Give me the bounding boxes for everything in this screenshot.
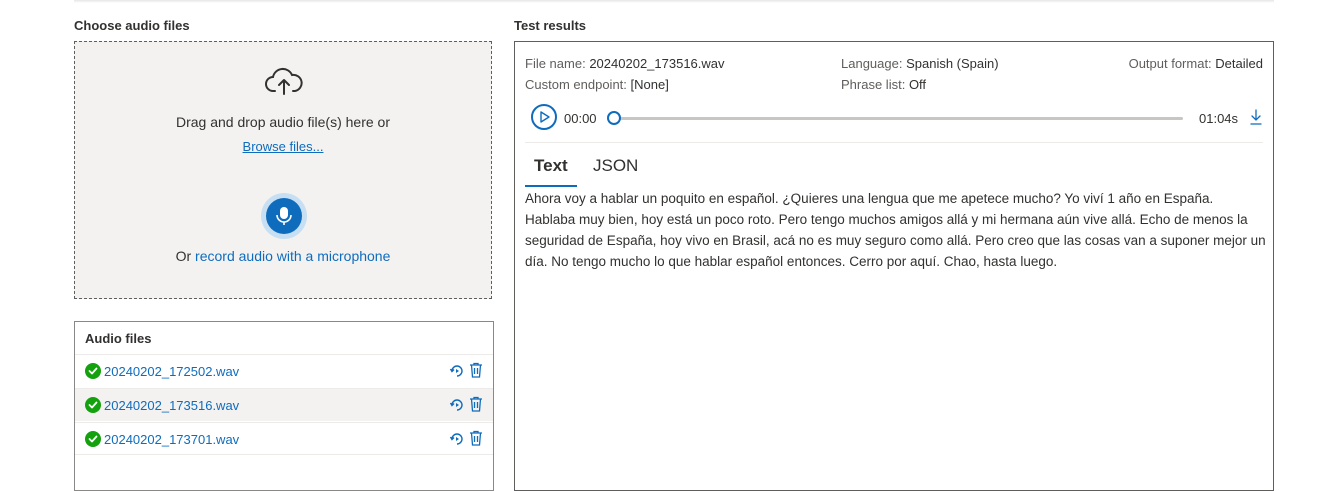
success-check-icon — [85, 363, 101, 379]
test-results-panel: File name: 20240202_173516.wav Language:… — [514, 41, 1274, 491]
file-name-link[interactable]: 20240202_172502.wav — [104, 364, 239, 379]
audio-files-panel: Audio files 20240202_172502.wav 20240202… — [74, 321, 494, 491]
audio-progress-thumb[interactable] — [607, 111, 621, 125]
transcript-text: Ahora voy a hablar un poquito en español… — [525, 191, 1266, 269]
delete-icon[interactable] — [469, 396, 483, 412]
success-check-icon — [85, 397, 101, 413]
file-name-meta: File name: 20240202_173516.wav — [525, 56, 725, 71]
record-prefix: Or — [175, 248, 196, 264]
active-tab-indicator — [525, 185, 577, 187]
record-audio-link[interactable]: record audio with a microphone — [195, 248, 390, 264]
current-time: 00:00 — [564, 111, 597, 126]
file-row[interactable]: 20240202_173701.wav — [75, 422, 493, 455]
download-icon[interactable] — [1250, 109, 1262, 125]
output-format-label: Output format: — [1128, 56, 1212, 71]
record-audio-line: Or record audio with a microphone — [75, 248, 491, 264]
play-button[interactable] — [531, 104, 557, 130]
divider — [525, 142, 1263, 143]
success-check-icon — [85, 431, 101, 447]
file-name-label: File name: — [525, 56, 586, 71]
audio-progress-track[interactable] — [613, 117, 1183, 120]
tab-json[interactable]: JSON — [593, 156, 638, 176]
rerun-icon[interactable] — [449, 363, 465, 379]
choose-audio-heading: Choose audio files — [74, 18, 190, 33]
phrase-list-meta: Phrase list: Off — [841, 77, 926, 92]
endpoint-meta: Custom endpoint: [None] — [525, 77, 669, 92]
phrase-list-value: Off — [908, 77, 927, 92]
language-value: Spanish (Spain) — [906, 56, 999, 71]
browse-files-link[interactable]: Browse files... — [75, 139, 491, 154]
rerun-icon[interactable] — [449, 431, 465, 447]
play-icon — [540, 111, 550, 123]
output-format-meta: Output format: Detailed — [1129, 56, 1263, 71]
file-row[interactable]: 20240202_173516.wav — [75, 388, 493, 421]
file-name-link[interactable]: 20240202_173516.wav — [104, 398, 239, 413]
output-format-value: Detailed — [1215, 56, 1263, 71]
language-meta: Language: Spanish (Spain) — [841, 56, 999, 71]
file-name-link[interactable]: 20240202_173701.wav — [104, 432, 239, 447]
file-row[interactable]: 20240202_172502.wav — [75, 354, 493, 387]
audio-files-title: Audio files — [85, 331, 152, 346]
file-name-value: 20240202_173516.wav — [589, 56, 725, 71]
test-results-heading: Test results — [514, 18, 587, 33]
audio-dropzone[interactable]: Drag and drop audio file(s) here or Brow… — [74, 41, 492, 299]
drag-drop-text: Drag and drop audio file(s) here or — [175, 114, 390, 130]
rerun-icon[interactable] — [449, 397, 465, 413]
delete-icon[interactable] — [469, 362, 483, 378]
total-time: 01:04s — [1199, 111, 1239, 126]
language-label: Language: — [841, 56, 903, 71]
microphone-icon — [276, 207, 292, 225]
delete-icon[interactable] — [469, 430, 483, 446]
endpoint-label: Custom endpoint: — [525, 77, 627, 92]
top-bar-shadow — [74, 0, 1274, 3]
record-microphone-button[interactable] — [261, 193, 307, 239]
cloud-upload-icon — [265, 67, 303, 95]
endpoint-value: [None] — [630, 77, 669, 92]
phrase-list-label: Phrase list: — [841, 77, 906, 92]
tab-text[interactable]: Text — [534, 156, 568, 176]
